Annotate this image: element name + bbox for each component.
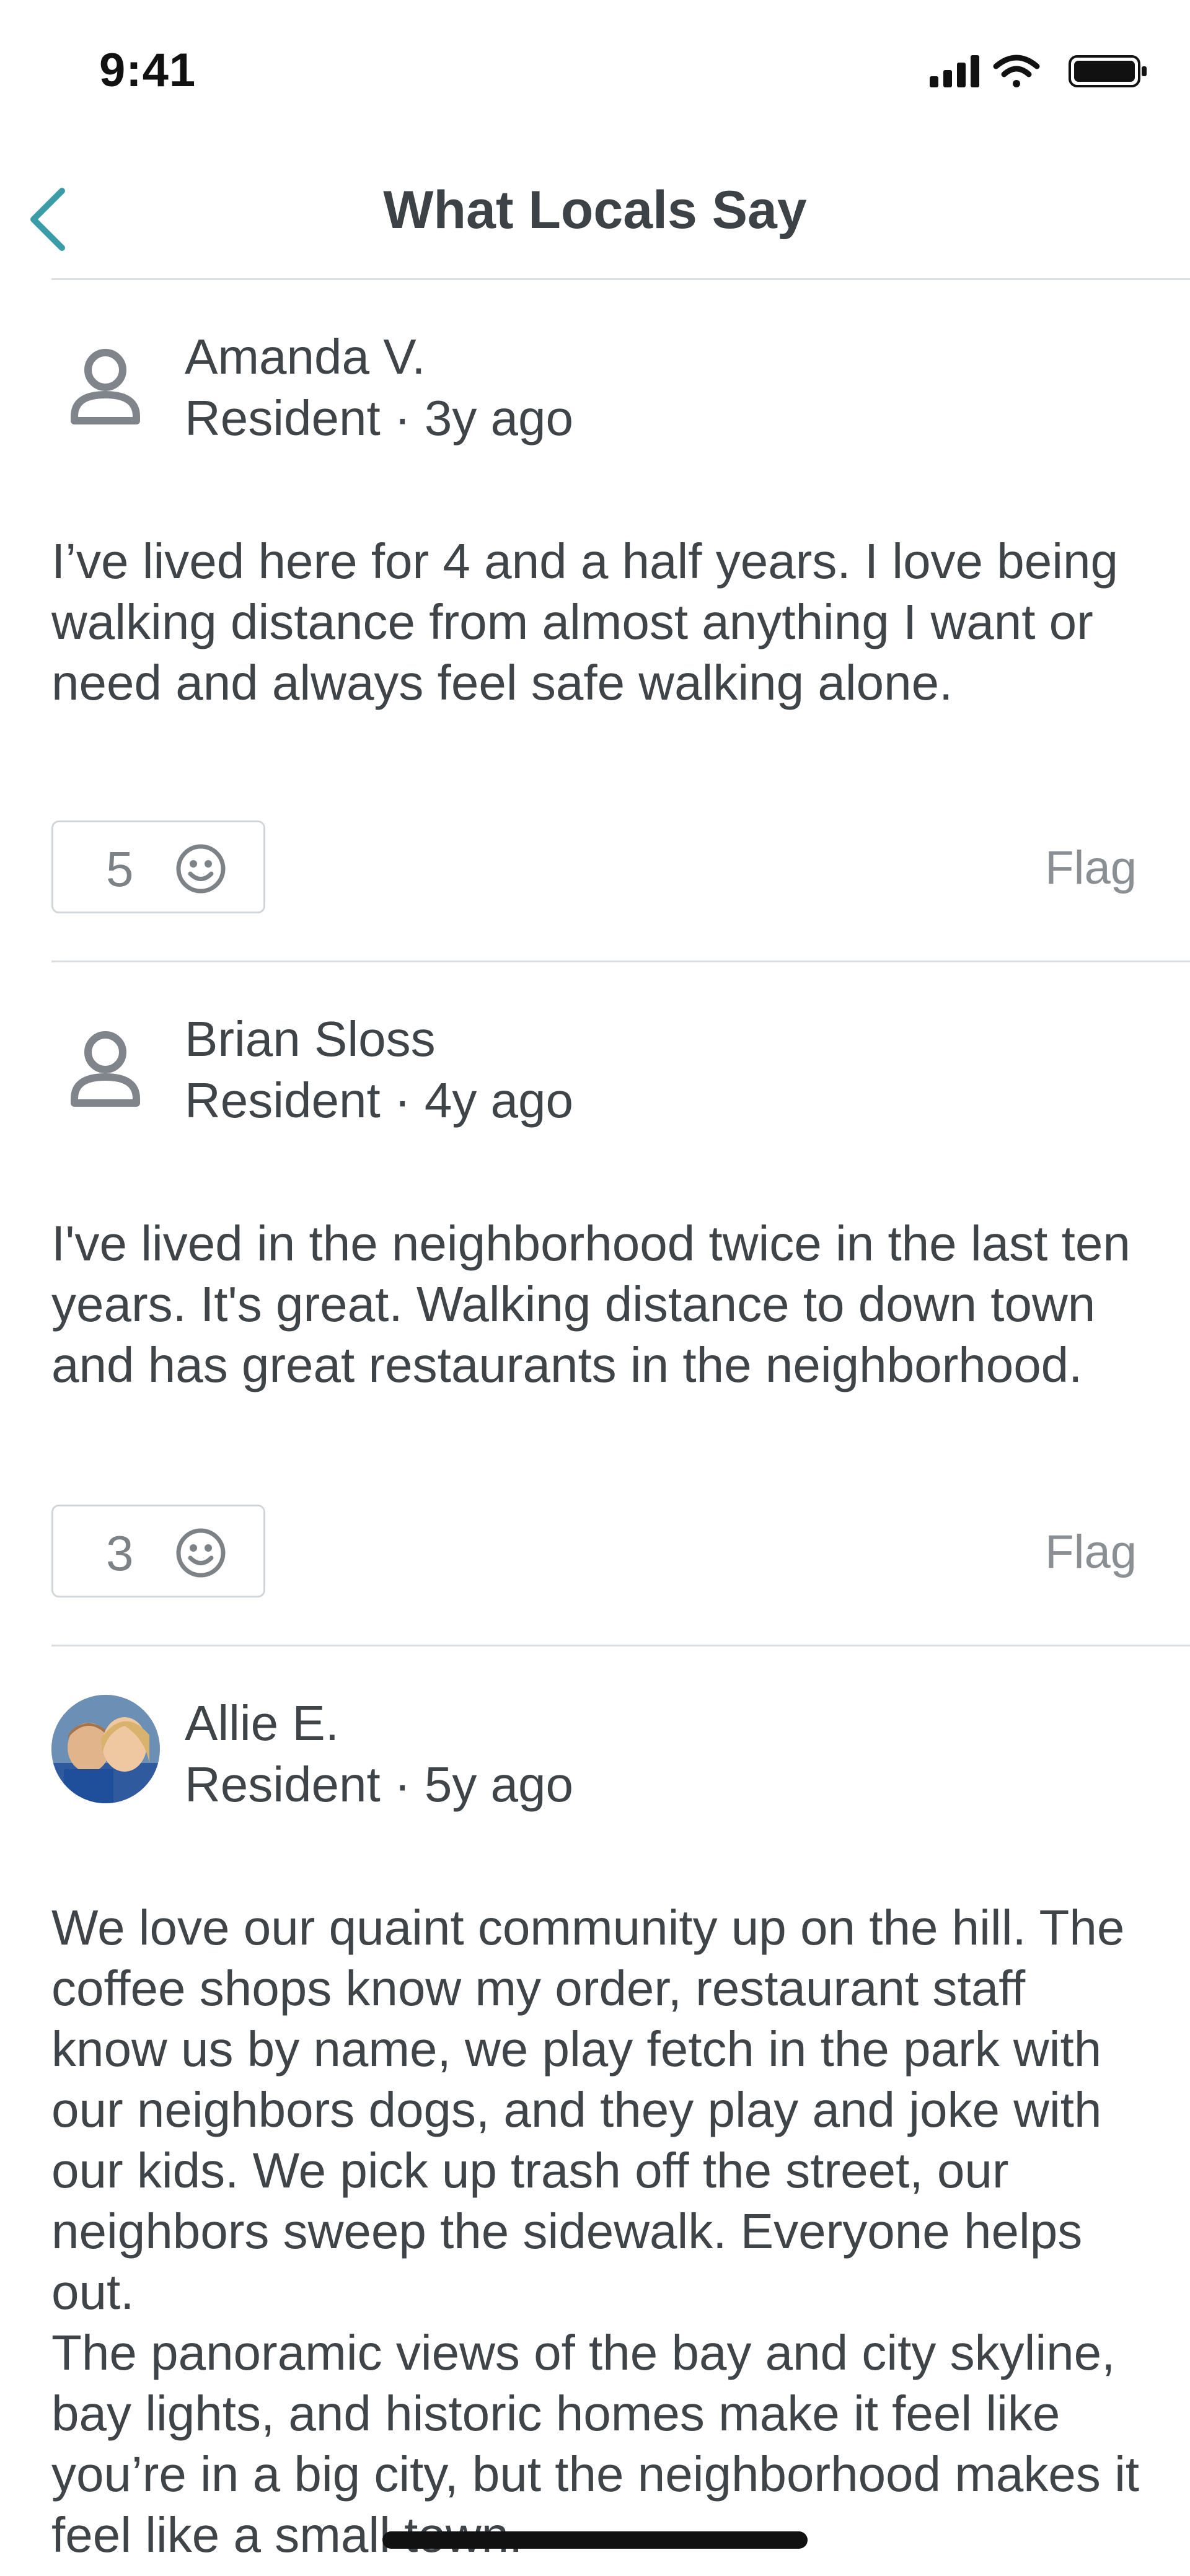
smiley-face-icon — [176, 844, 226, 894]
avatar — [51, 1018, 160, 1127]
reaction-button[interactable]: 5 — [51, 820, 265, 913]
status-bar: 9:41 — [0, 0, 1190, 143]
flag-button[interactable]: Flag — [1045, 841, 1137, 895]
divider — [51, 278, 1190, 280]
profile-photo-icon — [51, 1695, 160, 1803]
review-text: I've lived in the neighborhood twice in … — [51, 1216, 1130, 1392]
review-text: I’ve lived here for 4 and a half years. … — [51, 534, 1119, 710]
reaction-count: 5 — [106, 842, 134, 897]
page-title: What Locals Say — [383, 180, 807, 240]
battery-icon — [1069, 55, 1147, 87]
reaction-button[interactable]: 3 — [51, 1505, 265, 1598]
status-icons — [930, 53, 1153, 90]
avatar — [51, 336, 160, 444]
person-outline-icon — [71, 349, 140, 424]
reaction-count: 3 — [106, 1526, 134, 1581]
cellular-signal-icon — [930, 55, 979, 87]
navigation-bar: What Locals Say — [0, 143, 1190, 279]
status-time: 9:41 — [99, 44, 196, 97]
author-name: Brian Sloss — [185, 1011, 436, 1066]
home-indicator — [382, 2531, 808, 2549]
flag-button[interactable]: Flag — [1045, 1525, 1137, 1579]
author-meta: Resident · 4y ago — [185, 1073, 574, 1128]
author-name: Amanda V. — [185, 329, 426, 384]
person-outline-icon — [71, 1031, 140, 1107]
smiley-face-icon — [176, 1528, 226, 1578]
author-name: Allie E. — [185, 1695, 339, 1751]
avatar-photo — [51, 1695, 160, 1803]
wifi-icon — [993, 55, 1040, 87]
divider — [51, 1645, 1190, 1646]
author-meta: Resident · 3y ago — [185, 390, 574, 446]
author-meta: Resident · 5y ago — [185, 1757, 574, 1812]
divider — [51, 961, 1190, 962]
review-text: We love our quaint community up on the h… — [51, 1900, 1140, 2562]
